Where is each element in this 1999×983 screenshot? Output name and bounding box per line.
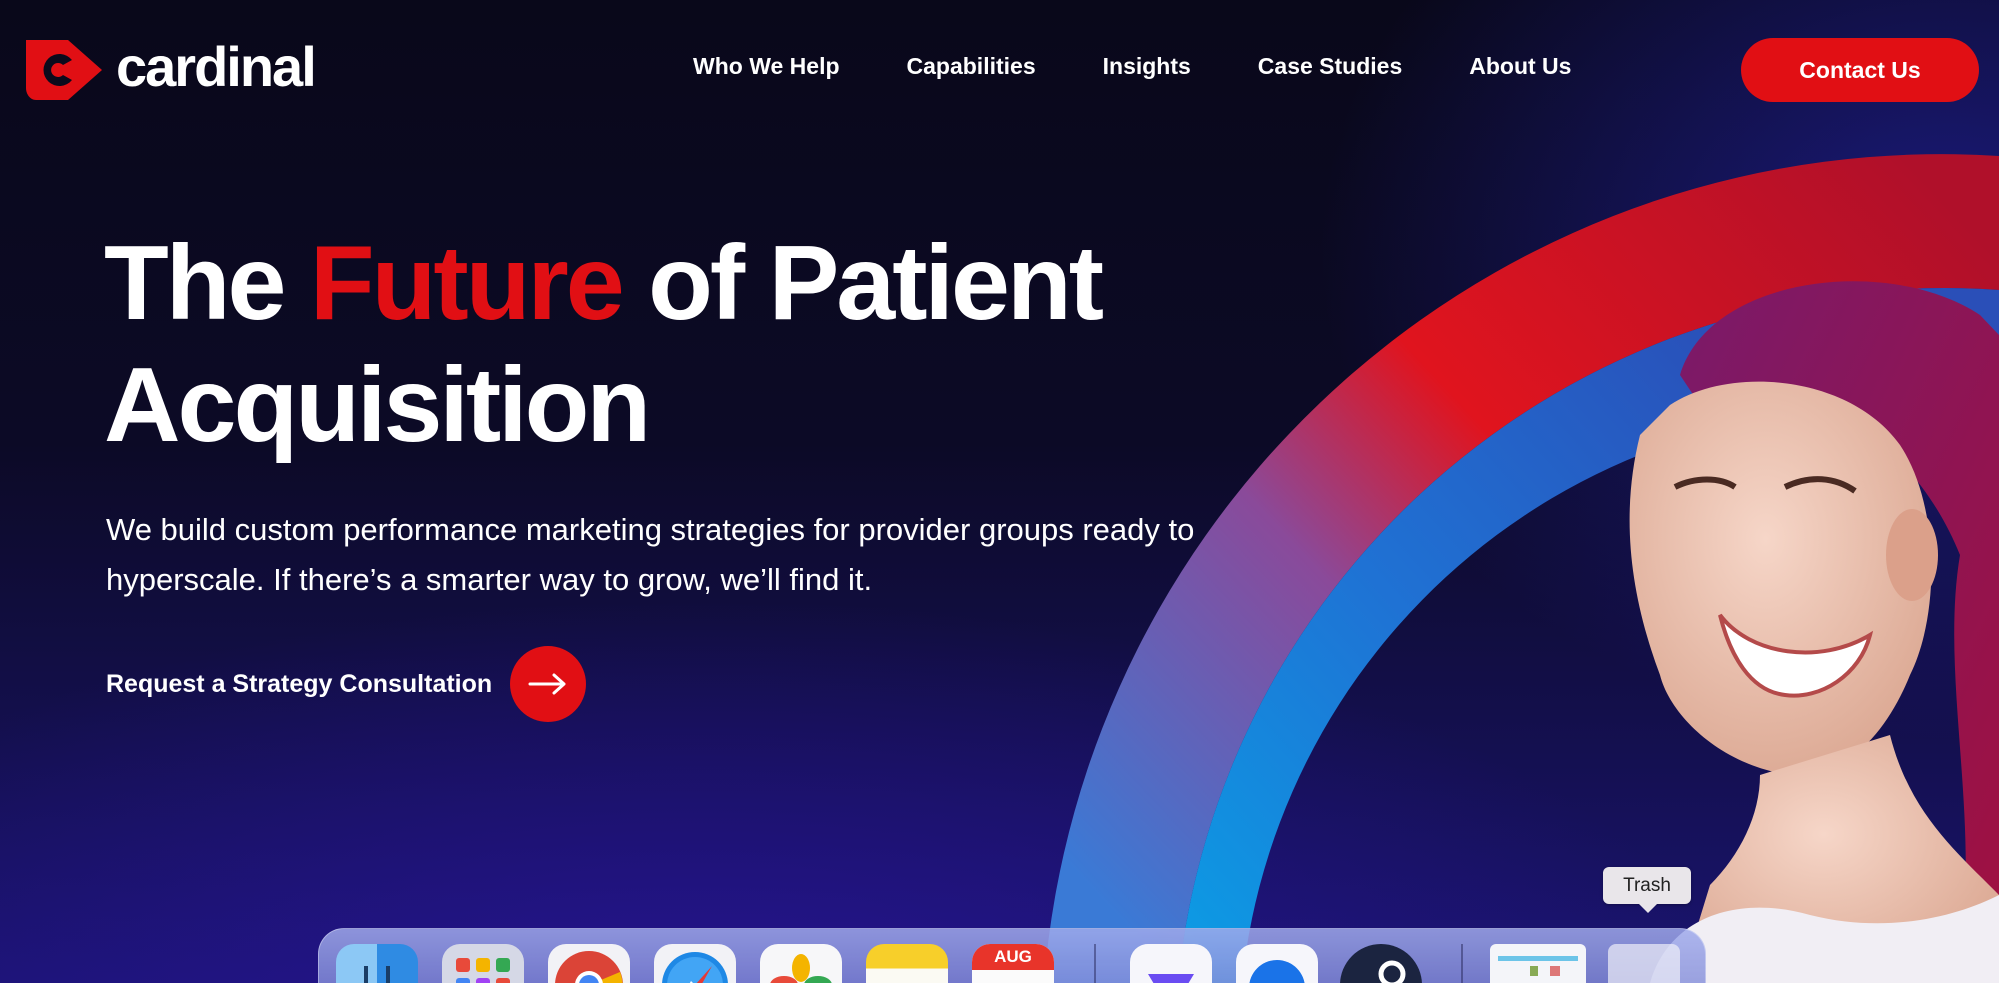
headline-line2: Acquisition (104, 346, 651, 464)
headline-accent: Future (309, 224, 625, 342)
finder-face-icon (364, 966, 390, 983)
linear-icon[interactable] (1130, 944, 1212, 983)
page-background: cardinal Who We Help Capabilities Insigh… (0, 0, 1999, 983)
notes-icon[interactable] (866, 944, 948, 983)
main-nav: Who We Help Capabilities Insights Case S… (693, 53, 1571, 80)
calendar-month: AUG (972, 944, 1054, 970)
safari-compass-icon (662, 952, 728, 983)
headline-part1: The (104, 224, 310, 342)
hero-subtext: We build custom performance marketing st… (106, 512, 1195, 597)
nav-item-about-us[interactable]: About Us (1469, 53, 1571, 80)
cardinal-logo-mark-icon (26, 40, 102, 100)
chrome-logo-icon (555, 951, 623, 983)
trash-icon[interactable] (1608, 944, 1680, 983)
linear-logo-icon (1148, 974, 1194, 983)
dock-tooltip: Trash (1603, 867, 1691, 913)
chrome-icon[interactable] (548, 944, 630, 983)
nav-item-who-we-help[interactable]: Who We Help (693, 53, 840, 80)
brand-name: cardinal (116, 34, 317, 98)
strategy-consultation-cta[interactable]: Request a Strategy Consultation (106, 646, 587, 722)
dock-separator (1461, 944, 1463, 983)
launchpad-icon[interactable] (442, 944, 524, 983)
headline-part2: of Patient (621, 224, 1104, 342)
brand-logo[interactable]: cardinal (22, 34, 317, 106)
finder-icon[interactable] (336, 944, 418, 983)
photos-icon[interactable] (760, 944, 842, 983)
contact-us-button[interactable]: Contact Us (1741, 38, 1979, 102)
launchpad-grid-icon (456, 958, 510, 983)
window-preview-icon (1498, 956, 1578, 976)
calendar-icon[interactable]: AUG (972, 944, 1054, 983)
safari-icon[interactable] (654, 944, 736, 983)
photos-flower-icon (770, 954, 832, 983)
nav-item-insights[interactable]: Insights (1103, 53, 1191, 80)
app-store-icon[interactable] (1236, 944, 1318, 983)
nav-item-capabilities[interactable]: Capabilities (907, 53, 1036, 80)
nav-item-case-studies[interactable]: Case Studies (1258, 53, 1402, 80)
arrow-right-icon (528, 673, 566, 695)
hero-headline: The Future of Patient Acquisition (104, 222, 1104, 466)
cta-label: Request a Strategy Consultation (106, 669, 493, 698)
screenshot-thumbnail[interactable] (1490, 944, 1586, 983)
app-store-logo-icon (1249, 960, 1305, 983)
dock-separator (1094, 944, 1096, 983)
cta-arrow-button[interactable] (510, 646, 587, 722)
